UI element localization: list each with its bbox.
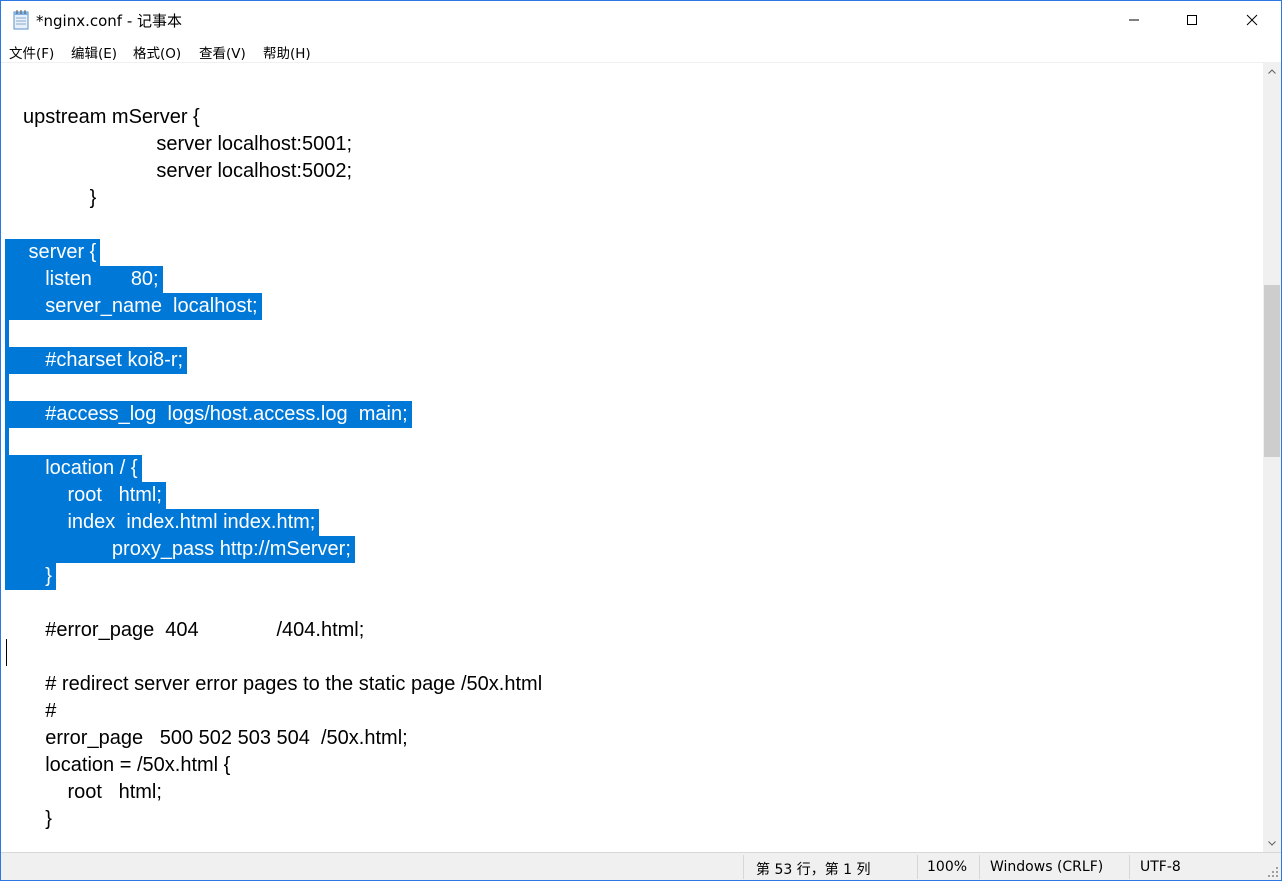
- resize-grip-icon[interactable]: [1267, 866, 1279, 878]
- status-divider: [979, 855, 980, 879]
- editor-line[interactable]: [1, 374, 1263, 401]
- editor-line[interactable]: server localhost:5001;: [1, 131, 1263, 158]
- editor-line[interactable]: [1, 590, 1263, 617]
- editor-line[interactable]: server localhost:5002;: [1, 158, 1263, 185]
- editor-line-text: location = /50x.html {: [23, 754, 231, 776]
- scroll-up-button[interactable]: [1263, 63, 1281, 80]
- vertical-scrollbar[interactable]: [1263, 63, 1281, 852]
- editor-line[interactable]: index index.html index.htm;: [1, 509, 1263, 536]
- editor-line[interactable]: #: [1, 698, 1263, 725]
- editor-line-text: #charset koi8-r;: [23, 349, 184, 371]
- editor-line-text: #: [23, 700, 57, 722]
- menu-view[interactable]: 查看(V): [199, 42, 246, 62]
- editor-line-text: server localhost:5001;: [23, 133, 353, 155]
- minimize-icon: [1129, 19, 1139, 21]
- editor-line[interactable]: [1, 212, 1263, 239]
- editor-line[interactable]: root html;: [1, 482, 1263, 509]
- editor-line-text: server localhost:5002;: [23, 160, 353, 182]
- title-bar[interactable]: *nginx.conf - 记事本: [1, 1, 1281, 39]
- editor-line[interactable]: listen 80;: [1, 266, 1263, 293]
- editor-line-text: upstream mServer {: [23, 106, 200, 128]
- scroll-down-button[interactable]: [1263, 835, 1281, 852]
- menu-bar: 文件(F) 编辑(E) 格式(O) 查看(V) 帮助(H): [1, 39, 1281, 63]
- editor-line[interactable]: }: [1, 185, 1263, 212]
- editor-line-text: listen 80;: [23, 268, 159, 290]
- menu-help[interactable]: 帮助(H): [263, 42, 311, 62]
- editor-line-text: error_page 500 502 503 504 /50x.html;: [23, 727, 408, 749]
- editor-line-text: #error_page 404 /404.html;: [23, 619, 365, 641]
- editor-line[interactable]: #access_log logs/host.access.log main;: [1, 401, 1263, 428]
- selection-highlight: [5, 374, 9, 401]
- editor-line-text: proxy_pass http://mServer;: [23, 538, 351, 560]
- editor-line-text: location / {: [23, 457, 138, 479]
- editor-line[interactable]: [1, 77, 1263, 104]
- maximize-button[interactable]: [1163, 1, 1221, 39]
- line-ending: Windows (CRLF): [990, 859, 1104, 875]
- minimize-button[interactable]: [1105, 1, 1163, 39]
- editor-line[interactable]: # redirect server error pages to the sta…: [1, 671, 1263, 698]
- editor-line-text: }: [23, 187, 97, 209]
- editor-line[interactable]: server_name localhost;: [1, 293, 1263, 320]
- maximize-icon: [1187, 15, 1197, 25]
- cursor-position: 第 53 行，第 1 列: [756, 862, 871, 878]
- editor-line[interactable]: root html;: [1, 779, 1263, 806]
- menu-edit[interactable]: 编辑(E): [71, 42, 117, 62]
- menu-format[interactable]: 格式(O): [133, 42, 181, 62]
- editor-line[interactable]: [1, 644, 1263, 671]
- editor-line[interactable]: location / {: [1, 455, 1263, 482]
- status-divider: [743, 855, 744, 879]
- editor-line-text: server_name localhost;: [23, 295, 258, 317]
- notepad-icon: [12, 10, 30, 30]
- editor-line-text: server {: [23, 241, 97, 263]
- editor-line-text: # redirect server error pages to the sta…: [23, 673, 543, 695]
- editor-line-text: index index.html index.htm;: [23, 511, 316, 533]
- scrollbar-thumb[interactable]: [1264, 285, 1280, 457]
- status-bar: 第 53 行，第 1 列 100% Windows (CRLF) UTF-8: [1, 852, 1281, 880]
- status-divider: [1129, 855, 1130, 879]
- editor-line[interactable]: }: [1, 806, 1263, 833]
- editor-line[interactable]: upstream mServer {: [1, 104, 1263, 131]
- selection-highlight: [5, 428, 9, 455]
- editor-line[interactable]: location = /50x.html {: [1, 752, 1263, 779]
- editor-line[interactable]: proxy_pass http://mServer;: [1, 536, 1263, 563]
- status-divider: [917, 855, 918, 879]
- close-icon: [1246, 14, 1258, 26]
- window-title: *nginx.conf - 记事本: [36, 12, 183, 30]
- encoding: UTF-8: [1140, 859, 1181, 875]
- selection-highlight: [5, 320, 9, 347]
- editor-line-text: root html;: [23, 781, 162, 803]
- editor-line[interactable]: #error_page 404 /404.html;: [1, 617, 1263, 644]
- editor-line-text: }: [23, 565, 52, 587]
- notepad-window: *nginx.conf - 记事本 文件(F) 编辑(E) 格式(O) 查看(V…: [0, 0, 1282, 881]
- zoom-level: 100%: [927, 859, 968, 875]
- editor-line[interactable]: [1, 428, 1263, 455]
- editor-line-text: }: [23, 808, 52, 830]
- editor-line-text: root html;: [23, 484, 162, 506]
- editor-line[interactable]: }: [1, 563, 1263, 590]
- text-editor[interactable]: upstream mServer { server localhost:5001…: [1, 63, 1263, 852]
- editor-line-text: #access_log logs/host.access.log main;: [23, 403, 408, 425]
- editor-line[interactable]: error_page 500 502 503 504 /50x.html;: [1, 725, 1263, 752]
- menu-file[interactable]: 文件(F): [9, 42, 54, 62]
- close-button[interactable]: [1223, 1, 1281, 39]
- editor-line[interactable]: server {: [1, 239, 1263, 266]
- editor-line[interactable]: #charset koi8-r;: [1, 347, 1263, 374]
- chevron-down-icon: [1268, 841, 1276, 846]
- chevron-up-icon: [1268, 69, 1276, 74]
- editor-line[interactable]: [1, 320, 1263, 347]
